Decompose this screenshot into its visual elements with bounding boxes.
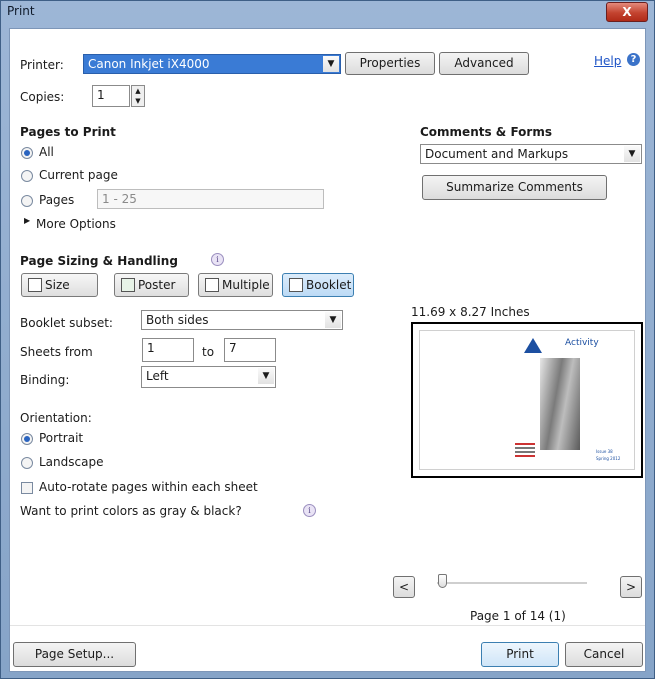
thumb-text-block bbox=[515, 443, 535, 463]
comments-forms-heading: Comments & Forms bbox=[420, 125, 552, 139]
preview-page: Activity Issue 38 Spring 2012 bbox=[419, 330, 635, 470]
booklet-button[interactable]: Booklet bbox=[282, 273, 354, 297]
spin-up-icon[interactable]: ▲ bbox=[135, 87, 140, 95]
expand-arrow-icon[interactable]: ▶ bbox=[24, 216, 30, 225]
sheets-to-input[interactable]: 7 bbox=[224, 338, 276, 362]
orientation-label: Orientation: bbox=[20, 411, 92, 425]
poster-icon bbox=[121, 278, 135, 292]
radio-all-label[interactable]: All bbox=[39, 145, 54, 159]
multiple-icon bbox=[205, 278, 219, 292]
page-slider-track[interactable] bbox=[437, 582, 587, 584]
window-title: Print bbox=[7, 4, 35, 18]
radio-landscape-label[interactable]: Landscape bbox=[39, 455, 103, 469]
page-sizing-heading: Page Sizing & Handling bbox=[20, 254, 178, 268]
chevron-down-icon: ▼ bbox=[624, 146, 640, 162]
chevron-down-icon: ▼ bbox=[258, 368, 274, 384]
auto-rotate-checkbox[interactable] bbox=[21, 482, 33, 494]
chevron-down-icon: ▼ bbox=[325, 312, 341, 328]
booklet-subset-label: Booklet subset: bbox=[20, 316, 113, 330]
sheets-from-input[interactable]: 1 bbox=[142, 338, 194, 362]
binding-label: Binding: bbox=[20, 373, 70, 387]
radio-pages-label[interactable]: Pages bbox=[39, 193, 74, 207]
thumb-title: Activity bbox=[565, 338, 599, 348]
help-icon[interactable]: ? bbox=[627, 53, 640, 66]
copies-input[interactable]: 1 bbox=[92, 85, 130, 107]
summarize-comments-button[interactable]: Summarize Comments bbox=[422, 175, 607, 200]
thumb-issue: Issue 38 bbox=[596, 449, 613, 454]
title-bar[interactable]: Print X bbox=[1, 1, 654, 23]
close-button[interactable]: X bbox=[606, 2, 648, 22]
close-icon: X bbox=[622, 5, 632, 19]
printer-select[interactable]: Canon Inkjet iX4000 ▼ bbox=[83, 54, 341, 74]
comments-forms-select[interactable]: Document and Markups ▼ bbox=[420, 144, 642, 164]
info-icon[interactable]: i bbox=[303, 504, 316, 517]
multiple-button[interactable]: Multiple bbox=[198, 273, 273, 297]
page-indicator: Page 1 of 14 (1) bbox=[470, 609, 566, 623]
poster-label: Poster bbox=[138, 278, 176, 292]
advanced-button[interactable]: Advanced bbox=[439, 52, 529, 75]
printer-label: Printer: bbox=[20, 58, 64, 72]
poster-button[interactable]: Poster bbox=[114, 273, 189, 297]
next-page-button[interactable]: > bbox=[620, 576, 642, 598]
comments-forms-value: Document and Markups bbox=[425, 147, 569, 161]
sheets-from-value: 1 bbox=[147, 341, 155, 355]
previous-page-button[interactable]: < bbox=[393, 576, 415, 598]
booklet-icon bbox=[289, 278, 303, 292]
sheets-from-label: Sheets from bbox=[20, 345, 93, 359]
print-button[interactable]: Print bbox=[481, 642, 559, 667]
copies-value: 1 bbox=[97, 88, 105, 102]
logo-icon bbox=[524, 338, 542, 353]
size-label: Size bbox=[45, 278, 70, 292]
properties-button[interactable]: Properties bbox=[345, 52, 435, 75]
sheets-to-value: 7 bbox=[229, 341, 237, 355]
help-link[interactable]: Help bbox=[594, 54, 621, 68]
page-slider-thumb[interactable] bbox=[438, 574, 447, 588]
print-preview: Activity Issue 38 Spring 2012 bbox=[411, 322, 643, 478]
radio-landscape[interactable] bbox=[21, 457, 33, 469]
sheets-to-label: to bbox=[202, 345, 215, 359]
pages-to-print-heading: Pages to Print bbox=[20, 125, 116, 139]
cancel-button[interactable]: Cancel bbox=[565, 642, 643, 667]
copies-spinner[interactable]: ▲ ▼ bbox=[131, 85, 145, 107]
binding-value: Left bbox=[146, 369, 169, 383]
preview-size-label: 11.69 x 8.27 Inches bbox=[411, 305, 530, 319]
radio-portrait[interactable] bbox=[21, 433, 33, 445]
booklet-subset-select[interactable]: Both sides ▼ bbox=[141, 310, 343, 330]
binding-select[interactable]: Left ▼ bbox=[141, 366, 276, 388]
chevron-left-icon: < bbox=[398, 580, 410, 594]
printer-value: Canon Inkjet iX4000 bbox=[88, 57, 210, 71]
info-icon[interactable]: i bbox=[211, 253, 224, 266]
size-button[interactable]: Size bbox=[21, 273, 98, 297]
radio-current-page-label[interactable]: Current page bbox=[39, 168, 118, 182]
copies-label: Copies: bbox=[20, 90, 65, 104]
thumb-photo bbox=[540, 358, 580, 450]
footer-divider bbox=[10, 625, 645, 626]
radio-current-page[interactable] bbox=[21, 170, 33, 182]
multiple-label: Multiple bbox=[222, 278, 270, 292]
booklet-subset-value: Both sides bbox=[146, 313, 209, 327]
pages-range-value: 1 - 25 bbox=[102, 192, 137, 206]
gray-print-label: Want to print colors as gray & black? bbox=[20, 504, 242, 518]
print-dialog-window: Print X Printer: Canon Inkjet iX4000 ▼ P… bbox=[0, 0, 655, 679]
radio-portrait-label[interactable]: Portrait bbox=[39, 431, 83, 445]
page-setup-button[interactable]: Page Setup... bbox=[13, 642, 136, 667]
booklet-label: Booklet bbox=[306, 278, 352, 292]
pages-range-input[interactable]: 1 - 25 bbox=[97, 189, 324, 209]
radio-all[interactable] bbox=[21, 147, 33, 159]
dialog-body: Printer: Canon Inkjet iX4000 ▼ Propertie… bbox=[9, 28, 646, 672]
radio-pages[interactable] bbox=[21, 195, 33, 207]
size-icon bbox=[28, 278, 42, 292]
thumb-season: Spring 2012 bbox=[596, 456, 621, 461]
chevron-right-icon: > bbox=[625, 580, 637, 594]
chevron-down-icon: ▼ bbox=[323, 56, 339, 72]
auto-rotate-label[interactable]: Auto-rotate pages within each sheet bbox=[39, 480, 258, 494]
spin-down-icon[interactable]: ▼ bbox=[135, 97, 140, 105]
more-options-link[interactable]: More Options bbox=[36, 217, 116, 231]
